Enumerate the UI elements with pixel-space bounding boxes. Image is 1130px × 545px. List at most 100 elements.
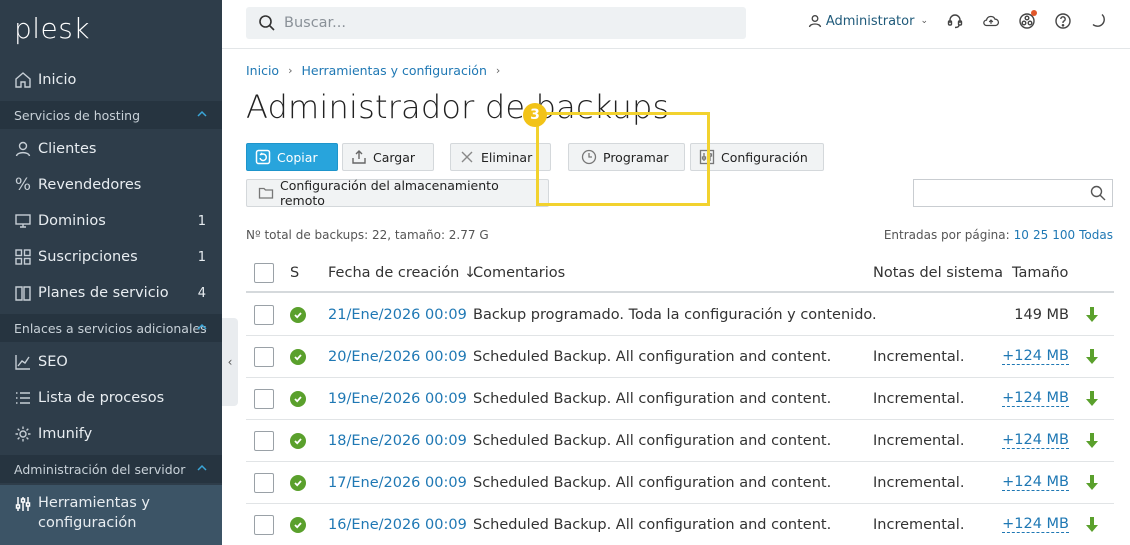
section-label: Enlaces a servicios adicionales [14,320,207,336]
sidebar-item-label: SEO [38,354,68,370]
user-icon [808,15,821,28]
close-icon [459,149,475,165]
chevron-up-icon [197,464,207,471]
download-icon[interactable] [1084,474,1100,492]
sidebar-item-seo[interactable]: SEO [0,344,222,380]
tutorial-highlight [536,112,710,206]
backup-size[interactable]: +124 MB [1002,516,1069,533]
download-icon[interactable] [1084,306,1100,324]
row-checkbox[interactable] [254,304,274,325]
backup-size[interactable]: +124 MB [1002,390,1069,407]
backup-date-link[interactable]: 16/Ene/2026 00:09 [328,504,467,545]
download-icon[interactable] [1084,516,1100,534]
table-row: 19/Ene/2026 00:09 Scheduled Backup. All c… [246,378,1114,420]
sidebar-item-resellers[interactable]: % Revendedores [0,167,222,203]
sidebar-section-server-admin[interactable]: Administración del servidor [0,455,222,483]
sidebar-item-home[interactable]: Inicio [0,62,222,98]
download-icon[interactable] [1084,390,1100,408]
breadcrumb-home[interactable]: Inicio [246,63,279,78]
system-notes: Incremental. [873,390,965,407]
breadcrumb-tools-settings[interactable]: Herramientas y configuración [301,63,486,78]
sidebar-item-imunify[interactable]: Imunify [0,416,222,452]
sidebar-collapse-toggle[interactable]: ‹ [222,318,238,406]
list-icon [14,389,32,407]
user-icon [14,140,32,158]
row-checkbox[interactable] [254,346,274,367]
remote-storage-button[interactable]: Configuración del almacenamiento remoto [246,178,549,208]
success-icon [290,348,306,365]
sidebar-item-subscriptions[interactable]: Suscripciones 1 [0,239,222,275]
per-page-label: Entradas por página: [883,228,1010,242]
section-label: Servicios de hosting [14,107,141,123]
backup-comment: Backup programado. Toda la configuración… [473,306,877,323]
col-status[interactable]: S [290,254,299,291]
global-search[interactable]: Buscar... [246,7,746,39]
row-checkbox[interactable] [254,472,274,493]
home-icon [14,71,32,89]
backup-comment: Scheduled Backup. All configuration and … [473,390,832,407]
col-date[interactable]: Fecha de creación ↓ [328,254,476,291]
plans-count: 4 [197,285,206,301]
download-icon[interactable] [1084,432,1100,450]
sidebar-item-domains[interactable]: Dominios 1 [0,203,222,239]
plesk-logo[interactable]: plesk [14,12,90,45]
user-name: Administrator [825,13,915,29]
sidebar-item-label: Imunify [38,426,93,442]
system-notes: Incremental. [873,348,965,365]
per-page-100[interactable]: 100 [1052,228,1075,242]
search-icon[interactable] [1090,185,1106,201]
col-notes[interactable]: Notas del sistema [873,254,1003,291]
row-checkbox[interactable] [254,514,274,535]
system-notes: Incremental. [873,474,965,491]
sidebar-item-process-list[interactable]: Lista de procesos [0,380,222,416]
per-page-all[interactable]: Todas [1079,228,1113,242]
backup-date-link[interactable]: 20/Ene/2026 00:09 [328,336,467,377]
per-page-25[interactable]: 25 [1033,228,1048,242]
sidebar-item-service-plans[interactable]: Planes de servicio 4 [0,275,222,311]
table-row: 18/Ene/2026 00:09 Scheduled Backup. All c… [246,420,1114,462]
remote-storage-label: Configuración del almacenamiento remoto [280,178,499,208]
backup-date-link[interactable]: 18/Ene/2026 00:09 [328,420,467,461]
row-checkbox[interactable] [254,430,274,451]
cloud-icon[interactable] [982,12,1000,30]
per-page-10[interactable]: 10 [1014,228,1029,242]
moon-icon[interactable] [1090,12,1108,30]
backup-size[interactable]: +124 MB [1002,432,1069,449]
success-icon [290,390,306,407]
sidebar-item-label: Lista de procesos [38,390,165,406]
backup-size[interactable]: +124 MB [1002,474,1069,491]
copy-button[interactable]: Copiar [246,143,338,171]
help-icon[interactable] [1054,12,1072,30]
table-row: 16/Ene/2026 00:09 Scheduled Backup. All c… [246,504,1114,545]
support-icon[interactable] [946,12,964,30]
row-checkbox[interactable] [254,388,274,409]
backup-size[interactable]: +124 MB [1002,348,1069,365]
success-icon [290,516,306,533]
chart-icon [14,353,32,371]
sidebar-item-clients[interactable]: Clientes [0,131,222,167]
settings-label: Configuración [721,149,808,165]
search-icon [259,15,275,31]
select-all-checkbox[interactable] [254,262,274,283]
backup-date-link[interactable]: 19/Ene/2026 00:09 [328,378,467,419]
table-search-input[interactable] [913,179,1113,207]
section-label: Administración del servidor [14,461,186,477]
extensions-icon[interactable] [1018,10,1037,30]
sidebar-item-tools-settings[interactable]: Herramientas y configuración [0,485,222,545]
backup-date-link[interactable]: 21/Ene/2026 00:09 [328,294,467,335]
search-input[interactable]: Buscar... [284,15,346,31]
backup-comment: Scheduled Backup. All configuration and … [473,348,832,365]
sidebar-section-extra-services[interactable]: Enlaces a servicios adicionales [0,314,222,342]
sidebar-section-hosting[interactable]: Servicios de hosting [0,101,222,129]
entries-per-page: Entradas por página: 10 25 100 Todas [884,228,1113,242]
download-icon[interactable] [1084,348,1100,366]
col-size[interactable]: Tamaño [1012,254,1068,291]
upload-button[interactable]: Cargar [342,143,434,171]
sliders-icon [14,495,32,513]
user-menu[interactable]: Administrator ⌄ [808,14,928,29]
settings-button[interactable]: Configuración [690,143,824,171]
backup-date-link[interactable]: 17/Ene/2026 00:09 [328,462,467,503]
header-divider [222,48,1130,49]
col-comments[interactable]: Comentarios [473,254,565,291]
notification-dot [1031,10,1037,16]
